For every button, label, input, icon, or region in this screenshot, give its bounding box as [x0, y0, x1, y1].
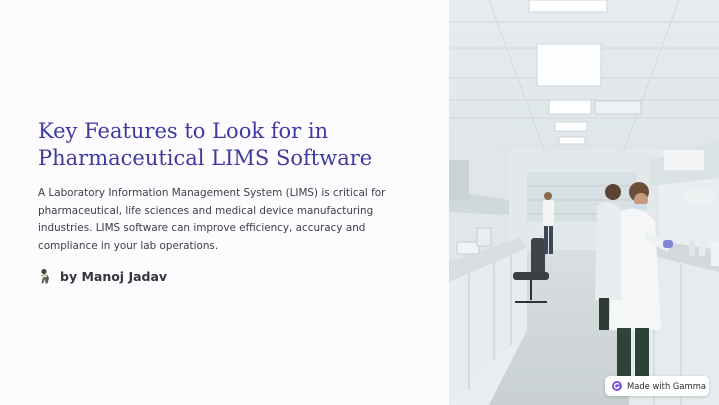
slide-title: Key Features to Look for in Pharmaceutic… — [38, 119, 373, 170]
made-with-gamma-badge[interactable]: Made with Gamma — [605, 376, 709, 396]
slide-description: A Laboratory Information Management Syst… — [38, 187, 386, 252]
badge-label: Made with Gamma — [627, 381, 706, 391]
author-name: by Manoj Jadav — [60, 268, 168, 284]
gamma-logo-icon — [612, 381, 622, 391]
text-panel: Key Features to Look for in Pharmaceutic… — [0, 0, 449, 405]
author-line: by Manoj Jadav — [38, 266, 167, 286]
laboratory-photo — [449, 0, 719, 405]
person-avatar-icon — [41, 268, 49, 284]
